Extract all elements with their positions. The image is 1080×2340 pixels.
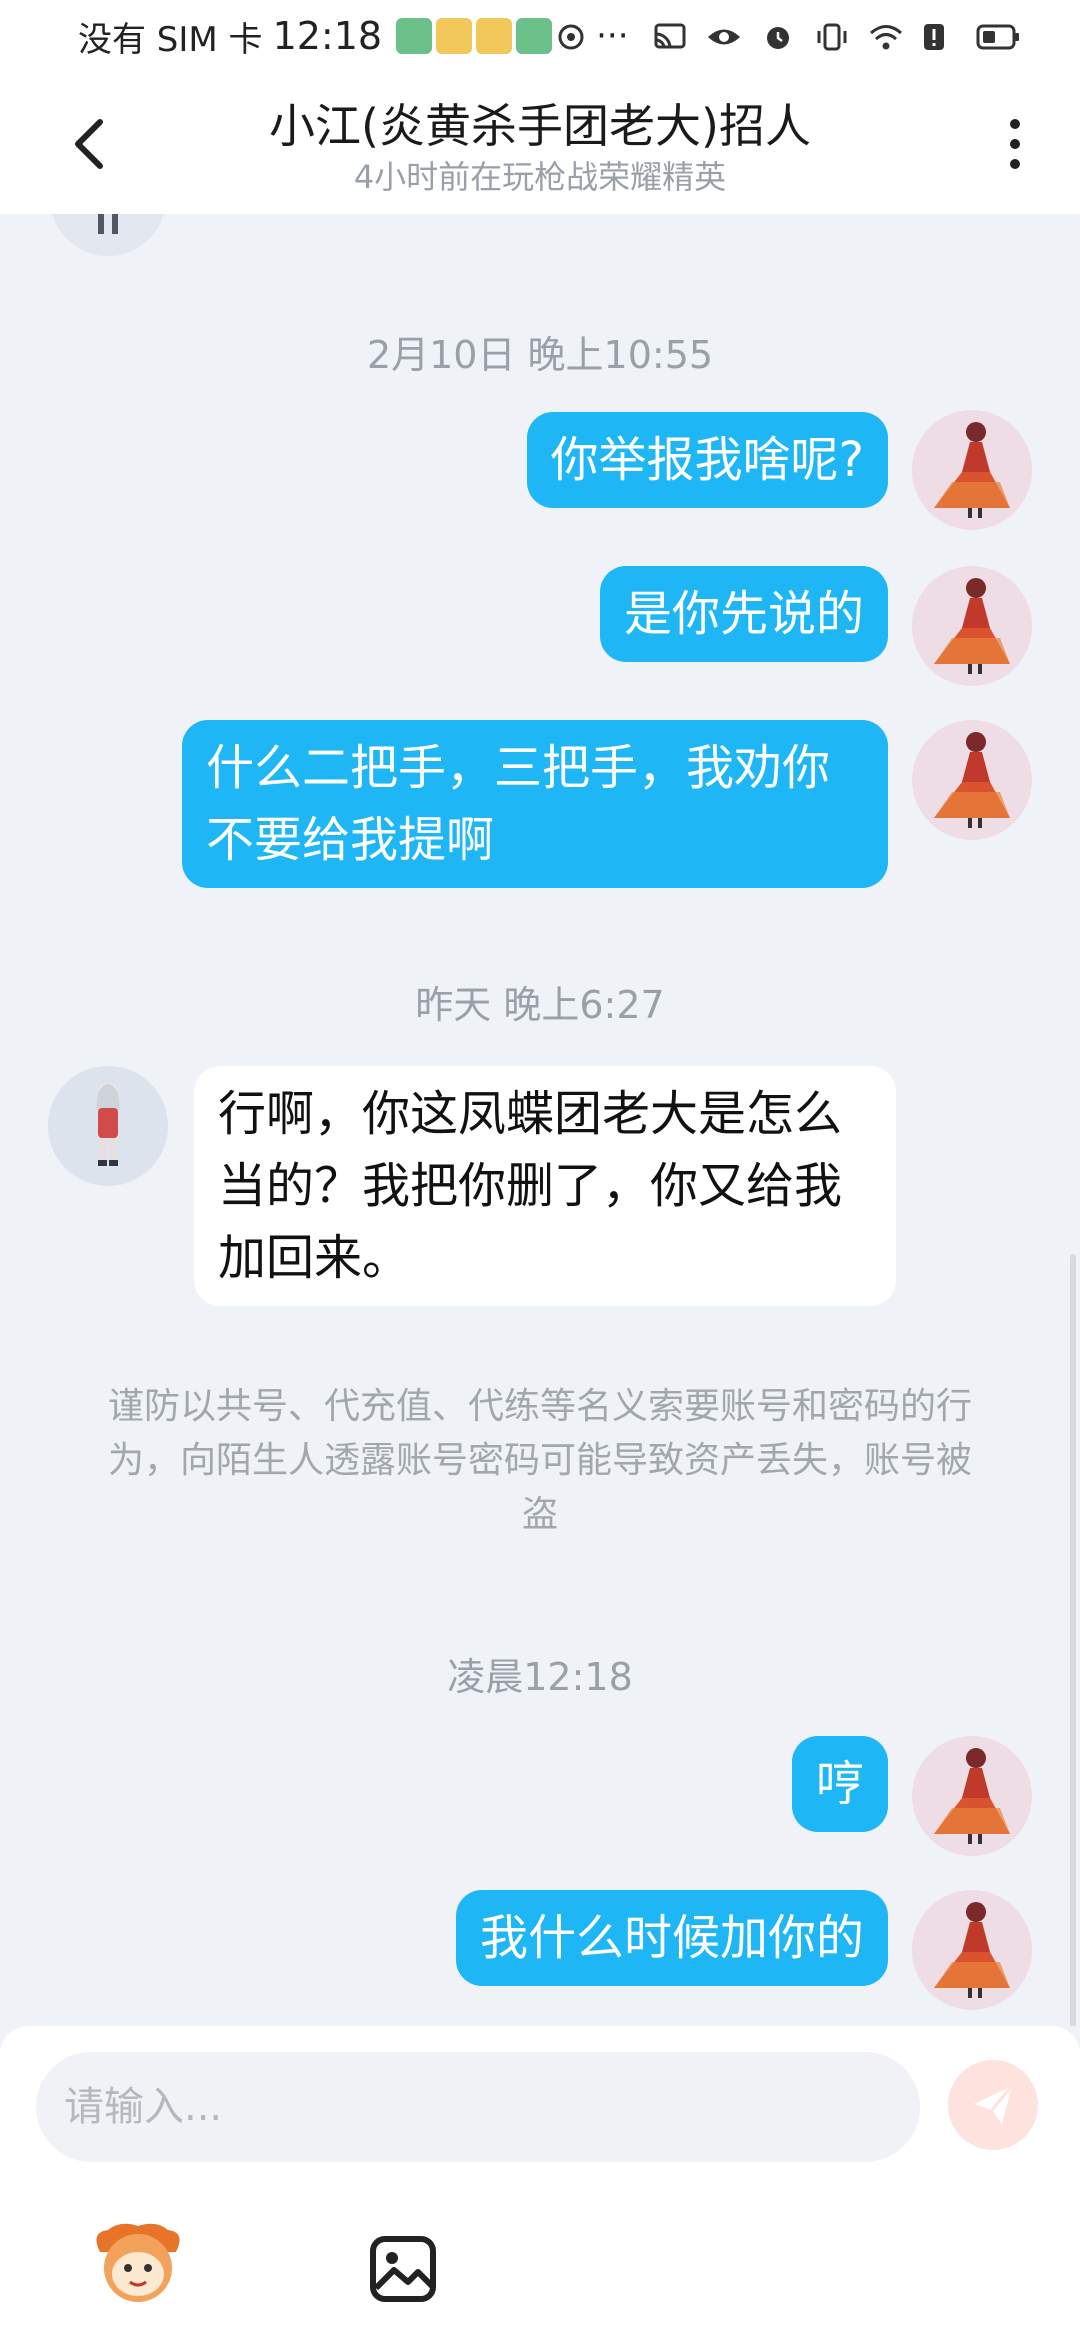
timestamp: 2月10日 晚上10:55 — [366, 333, 714, 377]
my-avatar[interactable] — [912, 410, 1032, 530]
character-avatar-icon — [934, 1902, 1010, 1998]
mascot-emoji-icon — [96, 2223, 180, 2302]
security-notice: 谨防以共号、代充值、代练等名义索要账号和密码的行为，向陌生人透露账号密码可能导致… — [107, 1386, 972, 1535]
character-avatar-icon — [934, 732, 1010, 828]
eye-icon — [706, 21, 742, 51]
my-avatar[interactable] — [912, 1890, 1032, 2010]
my-avatar[interactable] — [912, 1736, 1032, 1856]
battery-icon — [976, 21, 1020, 51]
presence-status: 4小时前在玩枪战荣耀精英 — [353, 158, 727, 196]
my-message-bubble[interactable]: 哼 — [791, 1736, 888, 1832]
message-input[interactable] — [36, 2052, 920, 2162]
my-avatar[interactable] — [912, 720, 1032, 840]
status-bar: 没有 SIM 卡 12:18 ··· — [0, 0, 1080, 72]
contact-avatar[interactable] — [48, 1066, 168, 1186]
scrollbar[interactable] — [1070, 1254, 1076, 2026]
timestamp: 昨天 晚上6:27 — [415, 983, 665, 1027]
chat-messages[interactable]: 2月10日 晚上10:55 你举报我啥呢? 是你先说的 什么二把手，三把手，我劝… — [0, 214, 1080, 2026]
carrier-text: 没有 SIM 卡 — [78, 19, 263, 60]
page-title: 小江(炎黄杀手团老大)招人 — [269, 99, 811, 153]
more-vertical-dot — [1010, 139, 1020, 149]
chat-header: 小江(炎黄杀手团老大)招人 4小时前在玩枪战荣耀精英 — [0, 72, 1080, 214]
alert-icon — [922, 21, 958, 51]
send-button[interactable] — [948, 2060, 1038, 2150]
character-avatar-icon — [934, 422, 1010, 518]
emoji-button[interactable] — [90, 2212, 186, 2308]
image-button[interactable] — [368, 2234, 438, 2304]
app-notification-icon — [476, 18, 513, 54]
app-notification-icon — [516, 18, 553, 54]
character-avatar-icon — [96, 1083, 120, 1166]
status-time: 12:18 — [272, 14, 383, 58]
my-message-bubble[interactable]: 你举报我啥呢? — [526, 412, 888, 508]
more-vertical-icon — [1010, 119, 1020, 129]
my-message-bubble[interactable]: 我什么时候加你的 — [455, 1890, 888, 1986]
more-options-button[interactable] — [1000, 112, 1030, 176]
app-notification-icon — [396, 18, 433, 54]
app-notification-icon — [436, 18, 473, 54]
wifi-icon — [868, 21, 904, 51]
vibrate-icon — [814, 21, 850, 51]
more-notifications: ··· — [596, 16, 629, 56]
image-icon — [370, 2236, 436, 2302]
contact-avatar[interactable] — [50, 214, 166, 256]
radio-icon — [556, 21, 592, 51]
status-left: 没有 SIM 卡 12:18 ··· — [78, 12, 629, 61]
timestamp: 凌晨12:18 — [447, 1655, 633, 1699]
contact-message-bubble[interactable]: 行啊，你这凤蝶团老大是怎么当的？我把你删了，你又给我加回来。 — [194, 1066, 896, 1306]
character-avatar-icon — [934, 578, 1010, 674]
send-icon — [974, 2085, 1014, 2124]
input-area — [0, 2026, 1080, 2340]
character-avatar-icon — [934, 1748, 1010, 1844]
notification-icons: ··· — [396, 16, 629, 56]
cast-icon — [652, 21, 688, 51]
my-message-bubble[interactable]: 什么二把手，三把手，我劝你不要给我提啊 — [182, 720, 888, 888]
my-message-bubble[interactable]: 是你先说的 — [599, 566, 888, 662]
status-right — [652, 21, 1020, 51]
more-vertical-dot — [1010, 159, 1020, 169]
alarm-icon — [760, 21, 796, 51]
my-avatar[interactable] — [912, 566, 1032, 686]
